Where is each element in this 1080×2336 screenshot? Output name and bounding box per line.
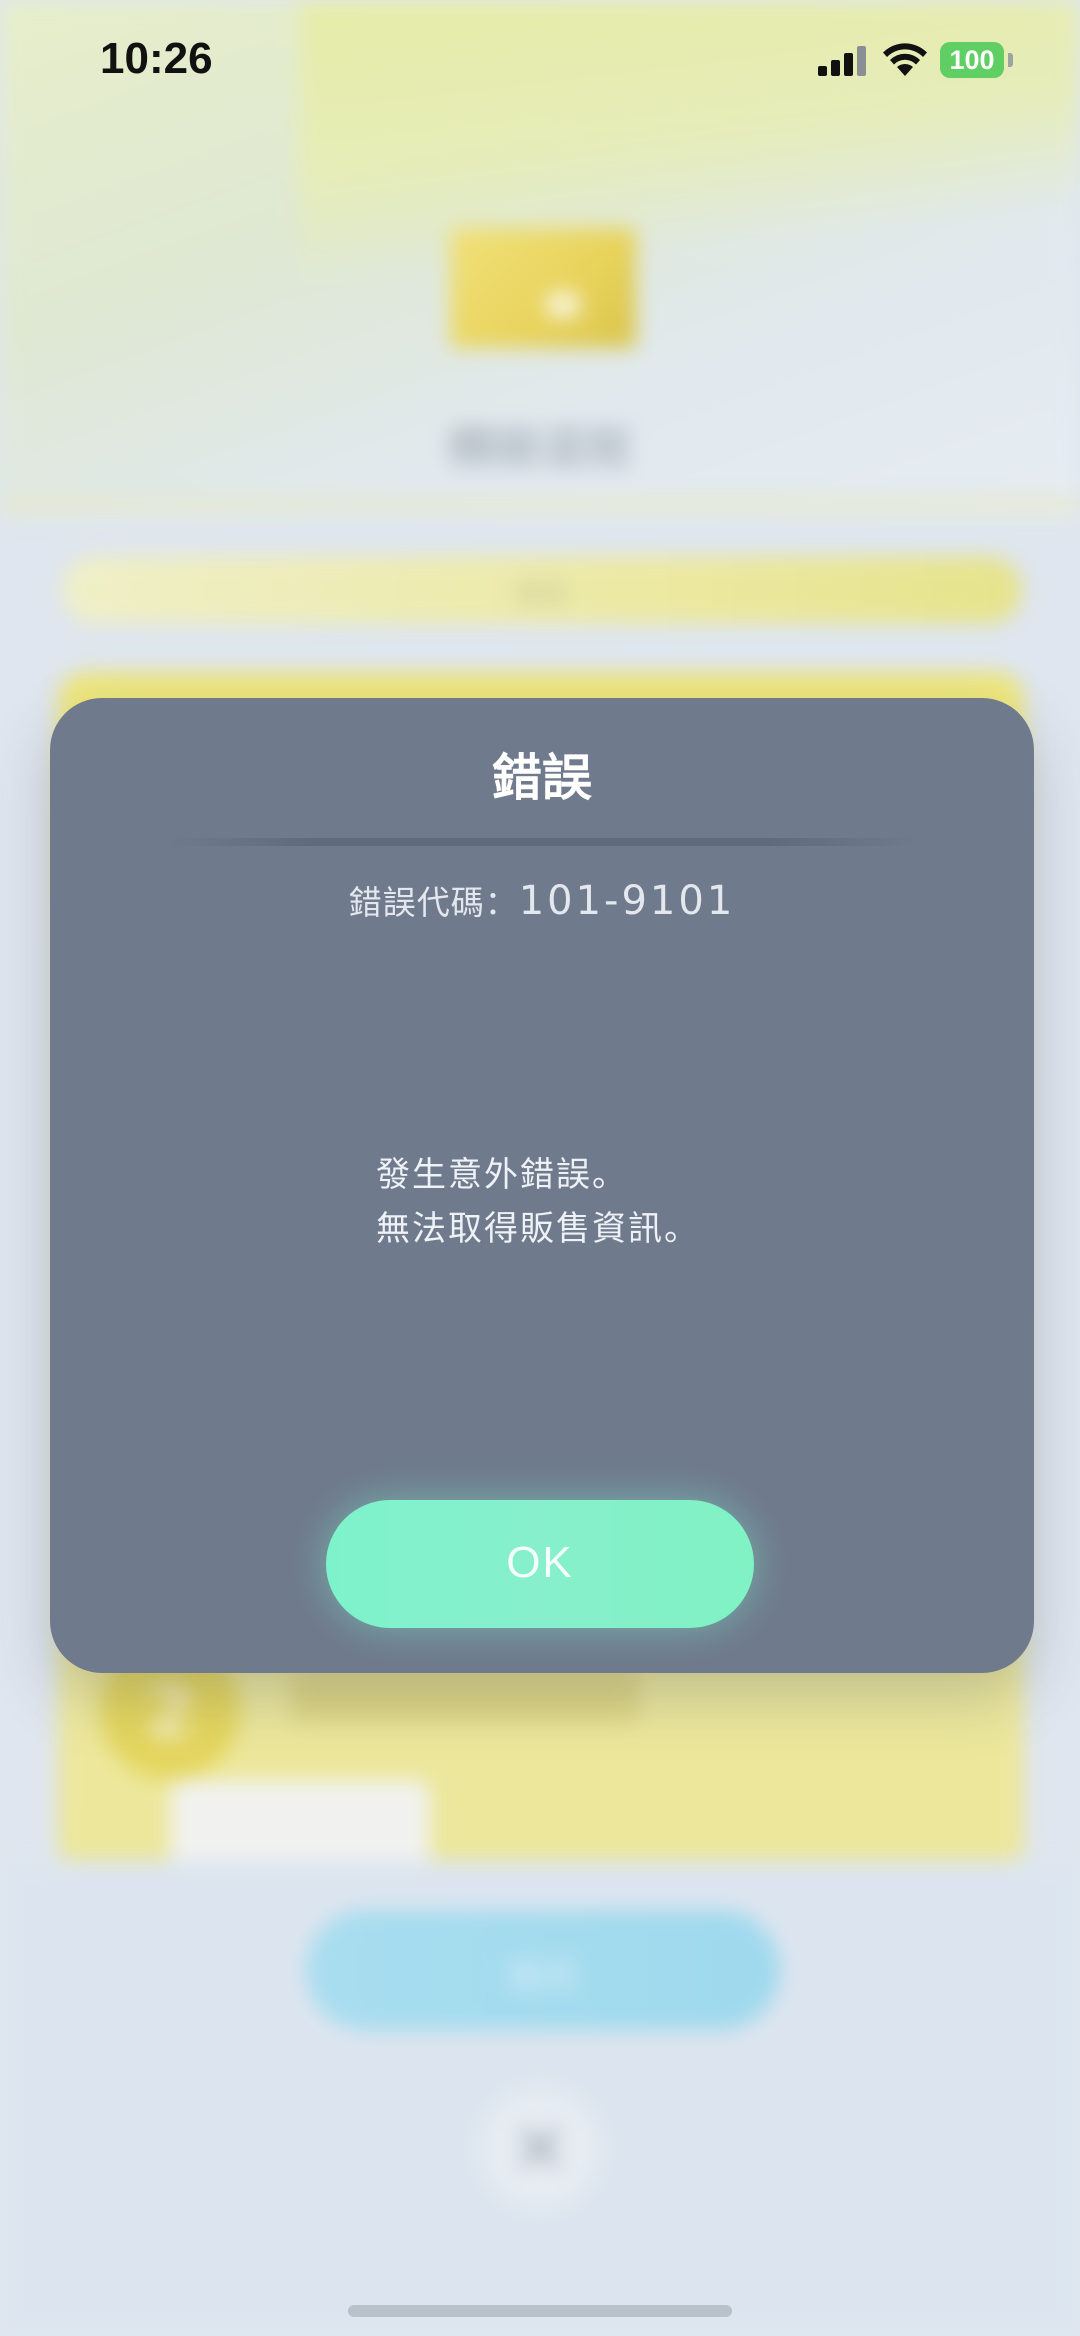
- background-pill-label: 簡易: [515, 580, 568, 610]
- dialog-title: 錯誤: [492, 749, 592, 807]
- background-product-thumbnail: [450, 228, 636, 348]
- background-divider: [0, 498, 1080, 512]
- error-message-line-1: 發生意外錯誤。: [376, 1155, 628, 1195]
- dialog-divider: [170, 838, 914, 846]
- battery-terminal: [1008, 53, 1013, 67]
- close-icon: ✕: [510, 2108, 570, 2190]
- battery-icon: 100: [940, 42, 1004, 78]
- background-step-number: 2: [144, 1670, 196, 1754]
- error-code-value: 101-9101: [518, 878, 736, 924]
- background-buy-label: 購買: [506, 1957, 579, 1998]
- status-bar: 10:26 100: [0, 0, 1080, 120]
- background-pill: 簡易: [62, 556, 1022, 624]
- error-dialog: 錯誤 錯誤代碼：101-9101 發生意外錯誤。 無法取得販售資訊。 OK: [50, 698, 1034, 1673]
- error-message-line-2: 無法取得販售資訊。: [376, 1209, 700, 1249]
- background-step-text: [290, 1670, 640, 1722]
- error-message: 發生意外錯誤。 無法取得販售資訊。: [376, 1148, 936, 1256]
- status-time: 10:26: [100, 34, 213, 83]
- battery-level: 100: [949, 45, 995, 75]
- ok-button-label: OK: [506, 1538, 574, 1587]
- background-title: 轉錄道館: [448, 421, 632, 475]
- home-indicator[interactable]: [348, 2305, 732, 2317]
- cellular-signal-icon: [818, 46, 866, 76]
- error-code-row: 錯誤代碼：101-9101: [50, 876, 1034, 924]
- background-close-button: ✕: [480, 2088, 600, 2208]
- error-code-label: 錯誤代碼：: [348, 883, 519, 922]
- wifi-icon: [883, 43, 927, 76]
- ok-button[interactable]: OK: [326, 1500, 754, 1628]
- background-buy-button: 購買: [306, 1910, 780, 2030]
